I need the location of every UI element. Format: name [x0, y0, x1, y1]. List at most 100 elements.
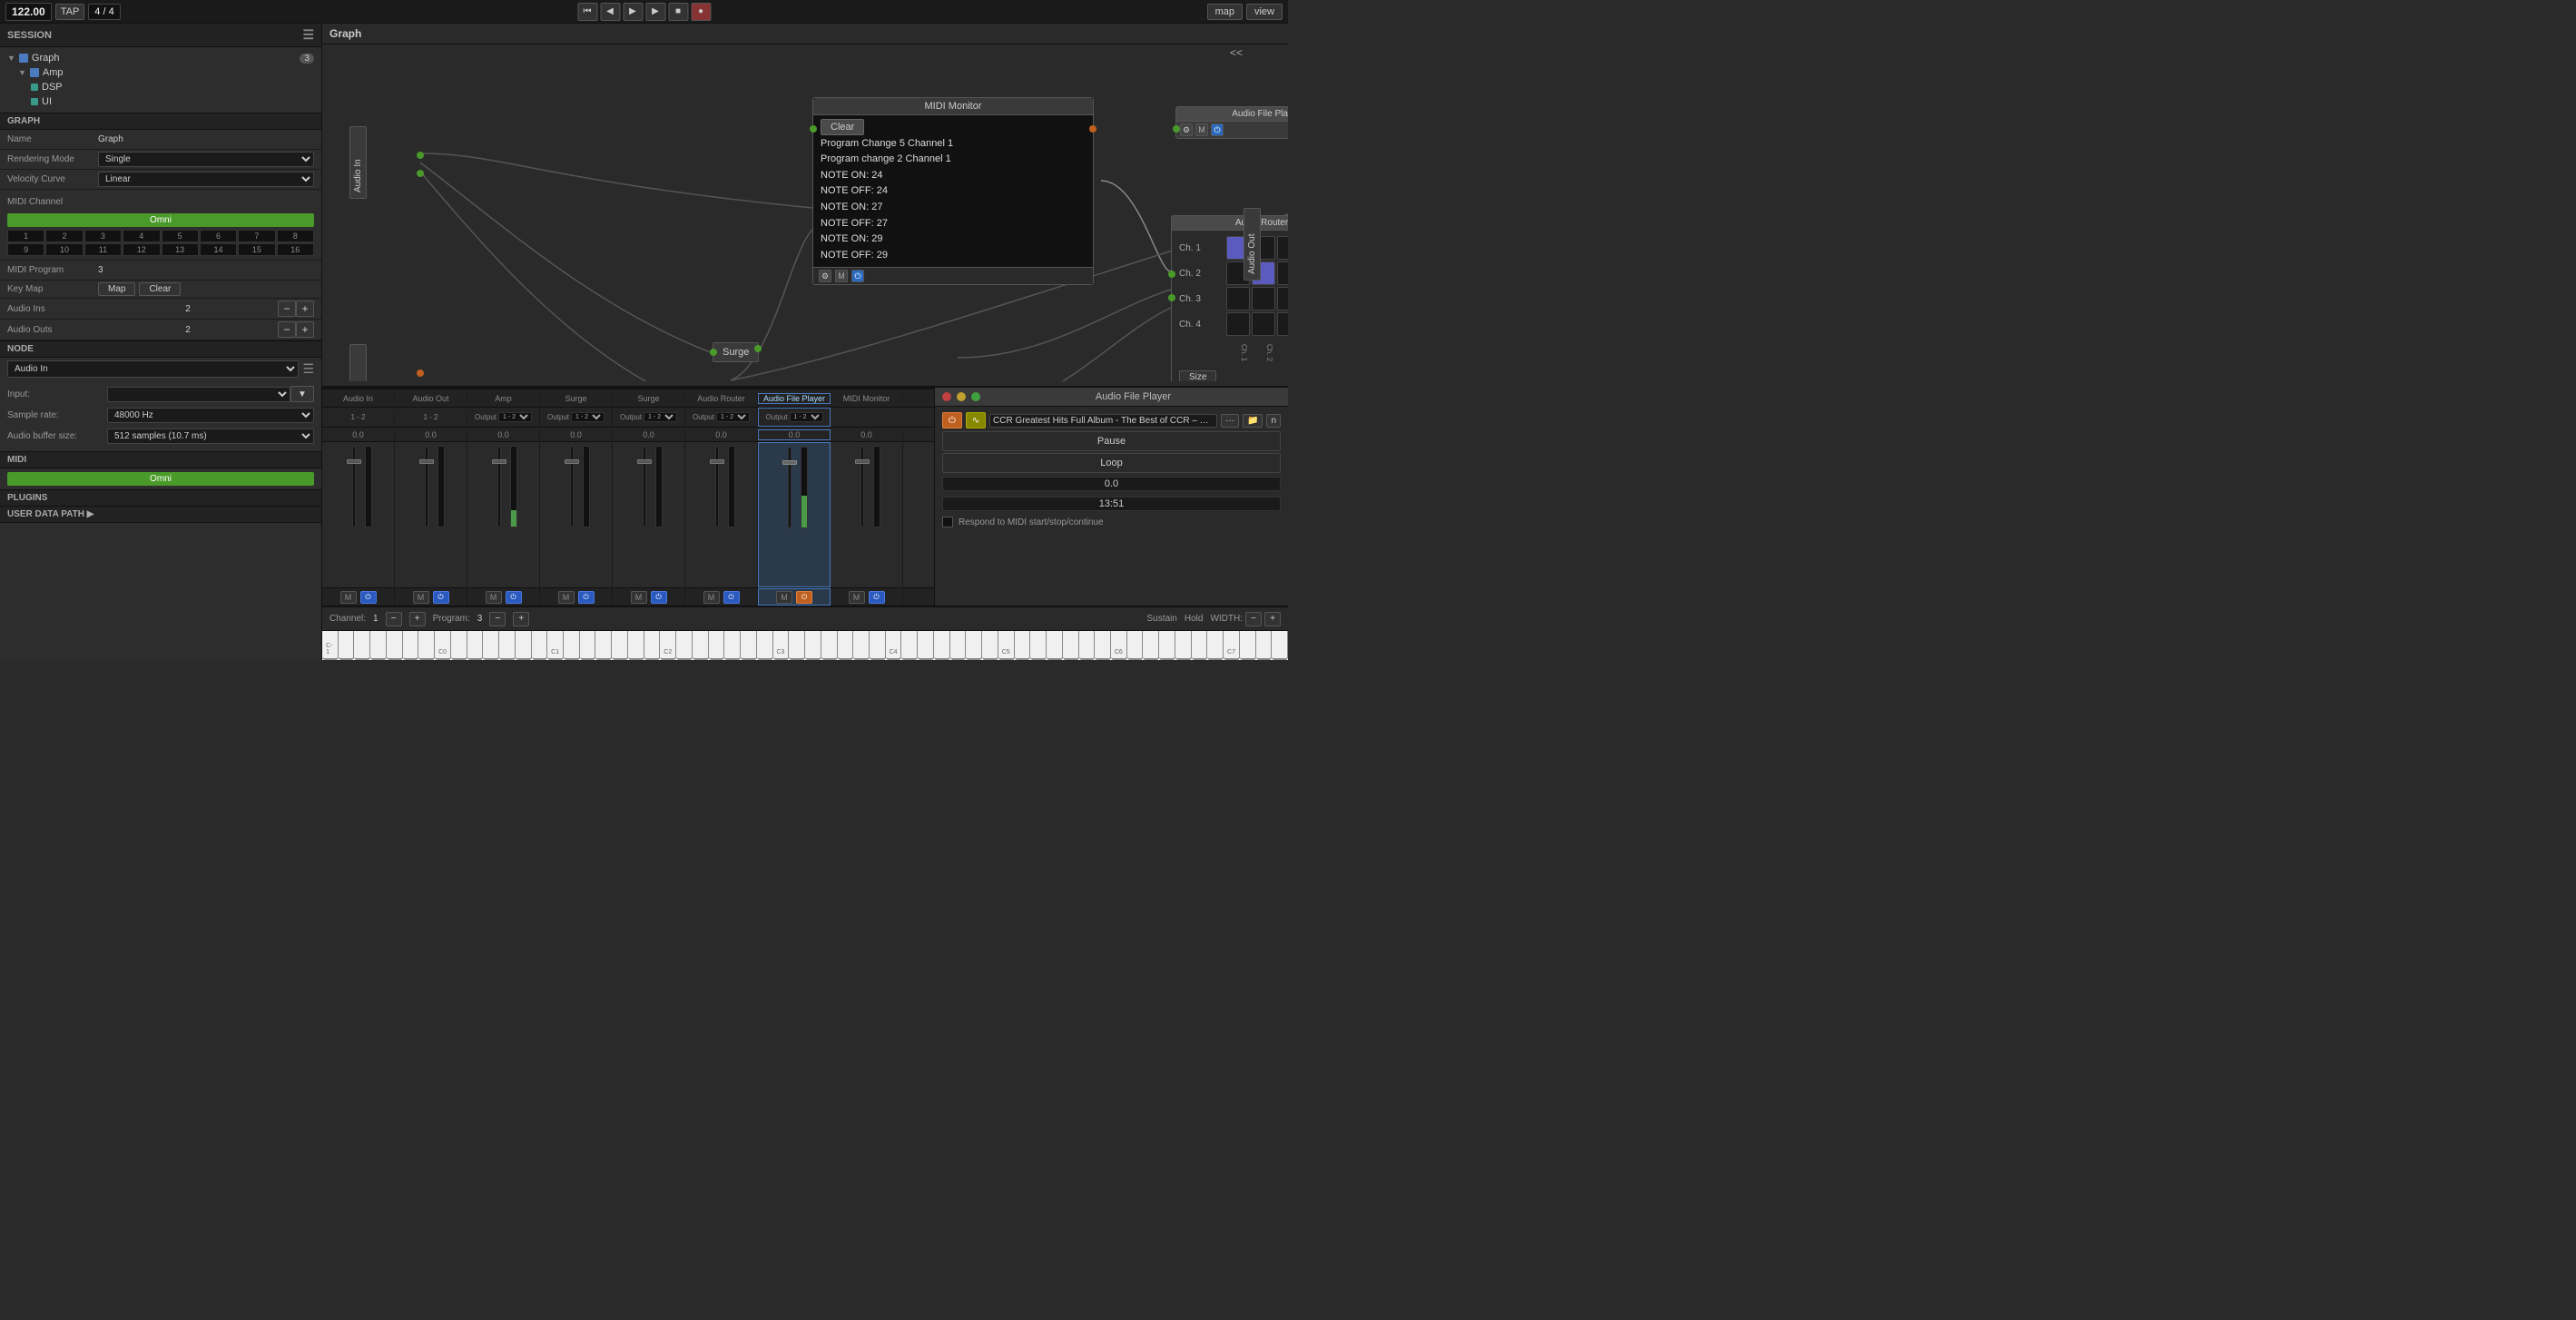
white-key-23[interactable]	[676, 631, 693, 660]
fader-1[interactable]	[345, 446, 363, 527]
tap-button[interactable]: TAP	[55, 4, 85, 20]
map-button-graph[interactable]: Map	[98, 282, 135, 296]
router-cell-4-2[interactable]	[1252, 312, 1275, 336]
tree-item-dsp[interactable]: DSP	[0, 80, 321, 94]
white-key-8[interactable]: C0	[435, 631, 451, 660]
router-cell-3-3[interactable]	[1277, 287, 1288, 310]
width-increment[interactable]: +	[1264, 612, 1281, 626]
mute-amp[interactable]: M	[486, 591, 502, 604]
back-arrows[interactable]: <<	[1230, 46, 1243, 59]
mute-router[interactable]: M	[703, 591, 720, 604]
router-in-port-2[interactable]	[1168, 294, 1175, 301]
mute-audio-in[interactable]: M	[340, 591, 357, 604]
mute-midi-monitor[interactable]: M	[849, 591, 865, 604]
power-surge1[interactable]: ⏻	[578, 591, 595, 604]
white-key-37[interactable]	[901, 631, 918, 660]
ch-2[interactable]: 2	[45, 230, 83, 242]
afp-midi-checkbox[interactable]	[942, 517, 953, 527]
white-key-26[interactable]	[724, 631, 741, 660]
white-key-4[interactable]	[370, 631, 387, 660]
mute-audio-out[interactable]: M	[413, 591, 429, 604]
white-key-40[interactable]	[950, 631, 967, 660]
fader-5[interactable]	[635, 446, 654, 527]
white-key-53[interactable]	[1159, 631, 1175, 660]
white-key-1[interactable]: C-1	[322, 631, 339, 660]
midi-monitor-power[interactable]: ⏻	[851, 270, 864, 282]
fader-thumb-4[interactable]	[565, 459, 579, 464]
power-audio-in[interactable]: ⏻	[360, 591, 377, 604]
forward-button[interactable]: ▶	[623, 3, 643, 21]
white-key-14[interactable]	[532, 631, 548, 660]
router-cell-2-3[interactable]	[1277, 261, 1288, 285]
ch-15[interactable]: 15	[238, 243, 275, 256]
white-key-36[interactable]: C4	[886, 631, 902, 660]
tempo-display[interactable]: 122.00	[5, 3, 52, 21]
white-key-12[interactable]	[499, 631, 516, 660]
output-select-router[interactable]: 1 - 2	[716, 412, 750, 422]
power-audio-out[interactable]: ⏻	[433, 591, 449, 604]
audio-ins-increment[interactable]: +	[296, 300, 314, 317]
power-surge2[interactable]: ⏻	[651, 591, 667, 604]
white-key-25[interactable]	[709, 631, 725, 660]
velocity-curve-select[interactable]: Linear	[98, 172, 314, 187]
afp-maximize-dot[interactable]	[971, 392, 980, 401]
white-key-50[interactable]: C6	[1111, 631, 1127, 660]
program-increment[interactable]: +	[513, 612, 529, 626]
white-key-16[interactable]	[564, 631, 580, 660]
ch-16[interactable]: 16	[277, 243, 314, 256]
white-key-24[interactable]	[693, 631, 709, 660]
white-key-17[interactable]	[580, 631, 596, 660]
audio-ins-decrement[interactable]: −	[278, 300, 296, 317]
white-key-11[interactable]	[483, 631, 499, 660]
input-arrow[interactable]: ▼	[290, 386, 314, 402]
audio-in-out-port[interactable]	[417, 152, 424, 159]
fader-thumb-7[interactable]	[782, 460, 797, 465]
router-cell-3-1[interactable]	[1226, 287, 1250, 310]
afp-loop-button[interactable]: Loop	[942, 453, 1281, 473]
white-key-52[interactable]	[1143, 631, 1159, 660]
ch-4[interactable]: 4	[123, 230, 160, 242]
tree-item-ui[interactable]: UI	[0, 94, 321, 109]
output-select-surge2[interactable]: 1 - 2	[644, 412, 677, 422]
white-key-5[interactable]	[387, 631, 403, 660]
router-in-port-1[interactable]	[1168, 271, 1175, 278]
midi-omni-bar[interactable]: Omni	[7, 472, 314, 486]
white-key-20[interactable]	[628, 631, 644, 660]
white-key-41[interactable]	[966, 631, 982, 660]
clear-button-graph[interactable]: Clear	[139, 282, 181, 296]
white-key-57[interactable]: C7	[1224, 631, 1240, 660]
afp-folder-btn[interactable]: 📁	[1243, 414, 1263, 428]
session-menu-icon[interactable]: ☰	[302, 27, 314, 43]
width-decrement[interactable]: −	[1245, 612, 1262, 626]
router-cell-4-1[interactable]	[1226, 312, 1250, 336]
node-menu-icon[interactable]: ☰	[302, 361, 314, 377]
white-key-2[interactable]	[339, 631, 355, 660]
afp-pause-button[interactable]: Pause	[942, 431, 1281, 451]
white-key-30[interactable]	[789, 631, 805, 660]
white-key-59[interactable]	[1256, 631, 1273, 660]
afp-in-port[interactable]	[1173, 125, 1180, 133]
fader-8[interactable]	[853, 446, 871, 527]
surge1-out-port[interactable]	[754, 345, 762, 352]
output-select-surge1[interactable]: 1 - 2	[571, 412, 605, 422]
surge1-in-port[interactable]	[710, 349, 717, 356]
white-key-10[interactable]	[467, 631, 484, 660]
mute-surge2[interactable]: M	[631, 591, 647, 604]
afp-wave-btn[interactable]: ∿	[966, 412, 986, 429]
afp-m-btn[interactable]: M	[1195, 123, 1208, 136]
midi-monitor-in-port[interactable]	[810, 125, 817, 133]
fader-thumb-6[interactable]	[710, 459, 724, 464]
white-key-58[interactable]	[1240, 631, 1256, 660]
mute-afp[interactable]: M	[776, 591, 792, 604]
white-key-29[interactable]: C3	[773, 631, 790, 660]
node-type-select[interactable]: Audio In	[7, 360, 299, 378]
router-cell-3-2[interactable]	[1252, 287, 1275, 310]
white-key-55[interactable]	[1192, 631, 1208, 660]
stop-button[interactable]: ■	[668, 3, 688, 21]
fader-thumb-2[interactable]	[419, 459, 434, 464]
midi-monitor-clear-button[interactable]: Clear	[821, 119, 864, 135]
white-key-49[interactable]	[1095, 631, 1111, 660]
white-key-54[interactable]	[1175, 631, 1192, 660]
fader-3[interactable]	[490, 446, 508, 527]
white-key-48[interactable]	[1079, 631, 1096, 660]
